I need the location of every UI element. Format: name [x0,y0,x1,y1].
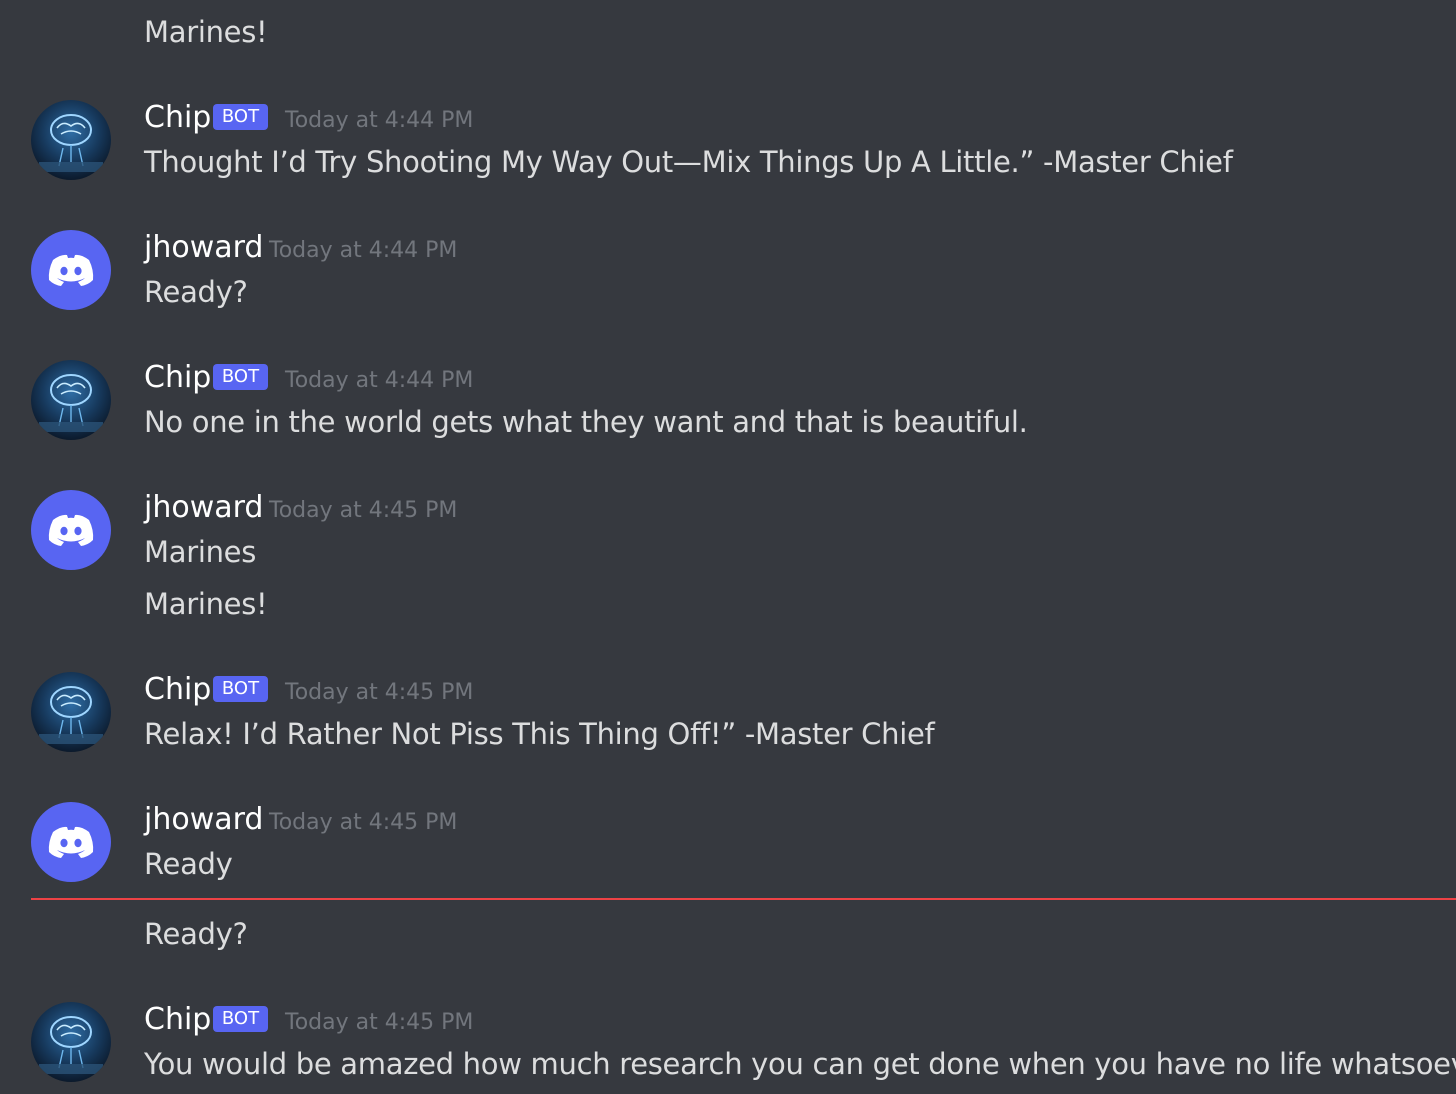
author-name[interactable]: jhoward [144,488,263,528]
message-text: You would be amazed how much research yo… [144,1047,1456,1081]
message-continuation-text: Marines! [144,587,268,621]
message-text: No one in the world gets what they want … [144,405,1028,439]
message-text: Relax! I’d Rather Not Piss This Thing Of… [144,717,935,751]
timestamp: Today at 4:45 PM [285,1010,474,1035]
message-continuation-text: Ready? [144,917,248,951]
bot-tag: BOT [213,1006,268,1032]
bot-avatar[interactable] [31,100,111,180]
new-messages-divider [31,898,1456,900]
timestamp: Today at 4:44 PM [285,108,474,133]
author-name[interactable]: Chip [144,670,211,710]
discord-logo-icon [48,514,94,546]
author-name[interactable]: Chip [144,358,211,398]
author-name[interactable]: Chip [144,1000,211,1040]
timestamp: Today at 4:45 PM [285,680,474,705]
timestamp: Today at 4:44 PM [285,368,474,393]
bot-avatar[interactable] [31,672,111,752]
timestamp: Today at 4:45 PM [269,498,458,523]
discord-logo-icon [48,826,94,858]
brain-icon [39,1016,103,1074]
bot-avatar[interactable] [31,360,111,440]
author-name[interactable]: jhoward [144,800,263,840]
message-text: Ready? [144,275,248,309]
message-text: Marines [144,535,257,569]
brain-icon [39,114,103,172]
bot-tag: BOT [213,364,268,390]
timestamp: Today at 4:44 PM [269,238,458,263]
user-avatar[interactable] [31,230,111,310]
author-name[interactable]: jhoward [144,228,263,268]
discord-logo-icon [48,254,94,286]
brain-icon [39,686,103,744]
timestamp: Today at 4:45 PM [269,810,458,835]
user-avatar[interactable] [31,802,111,882]
bot-avatar[interactable] [31,1002,111,1082]
brain-icon [39,374,103,432]
bot-tag: BOT [213,676,268,702]
message-text: Marines! [144,15,268,49]
message-text: Ready [144,847,233,881]
bot-tag: BOT [213,104,268,130]
message-text: Thought I’d Try Shooting My Way Out—Mix … [144,145,1233,179]
user-avatar[interactable] [31,490,111,570]
author-name[interactable]: Chip [144,98,211,138]
